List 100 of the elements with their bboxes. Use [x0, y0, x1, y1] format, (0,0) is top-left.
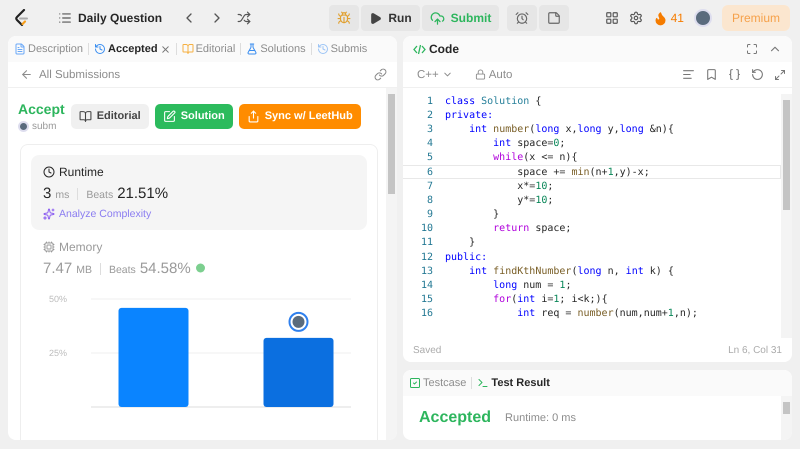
panel-tab[interactable]: Accepted	[92, 43, 173, 55]
beats-value: 21.51%	[117, 185, 168, 202]
result-runtime: Runtime: 0 ms	[505, 412, 576, 424]
language-select[interactable]: C++	[411, 68, 459, 82]
grid-icon[interactable]	[604, 11, 619, 25]
code-line: for(int i=1; i<k;){	[492, 294, 608, 306]
premium-button[interactable]: Premium	[722, 5, 790, 31]
beats-value: 54.58%	[140, 260, 191, 277]
expand-icon[interactable]	[774, 68, 786, 80]
author-name[interactable]: subm	[18, 120, 65, 132]
format-icon[interactable]	[682, 68, 695, 81]
stat-title: Runtime	[43, 165, 355, 179]
alarm-clock-icon	[515, 11, 530, 25]
list-icon[interactable]	[58, 11, 72, 25]
panel-tab[interactable]: Testcase	[407, 377, 468, 389]
braces-icon[interactable]	[728, 68, 741, 81]
scrollbar[interactable]	[781, 94, 792, 338]
cloud-upload-icon	[430, 10, 445, 26]
settings-icon[interactable]	[628, 11, 643, 25]
code-icon	[413, 44, 426, 54]
line-number: 14	[420, 280, 434, 292]
scrollbar[interactable]	[386, 88, 397, 440]
edit-icon	[162, 110, 176, 122]
runtime-panel[interactable]: Runtime 3 ms Beats 21.51% Analyze Complexity	[31, 155, 367, 230]
avatar-marker	[288, 312, 308, 332]
axis-label: 25%	[48, 348, 67, 358]
code-line: x*=10;	[516, 180, 554, 192]
panel-tab[interactable]: Test Result	[475, 377, 552, 389]
note-icon	[547, 11, 562, 25]
code-line: }	[492, 209, 500, 220]
back-link[interactable]: All Submissions	[20, 68, 120, 81]
avatar[interactable]	[694, 9, 712, 27]
history-icon	[94, 43, 106, 55]
stat-value: 7.47	[43, 260, 72, 277]
close-icon[interactable]	[160, 44, 171, 54]
sparkles-icon	[43, 208, 55, 220]
code-line: class Solution {	[445, 96, 542, 107]
line-number: 3	[426, 124, 434, 135]
panel-title: Code	[413, 42, 459, 56]
panel-tab[interactable]: Editorial	[180, 43, 238, 55]
code-line: int req = number(num,num+1,n);	[516, 308, 698, 320]
stat-value: 3	[43, 185, 52, 202]
badge-icon	[194, 262, 206, 273]
chip-icon	[43, 241, 55, 253]
logo-icon[interactable]	[14, 9, 30, 27]
stat-unit: MB	[76, 264, 92, 276]
fullscreen-icon[interactable]	[746, 43, 758, 55]
memory-panel[interactable]: Memory 7.47 MB Beats 54.58%	[31, 230, 367, 287]
flame-icon	[652, 10, 668, 26]
document-icon	[14, 43, 26, 55]
code-line: int space=0;	[492, 138, 566, 150]
book-icon	[182, 43, 194, 55]
book-icon	[78, 110, 92, 122]
action-button[interactable]: Solution	[154, 104, 233, 128]
mode-select[interactable]: Auto	[468, 68, 518, 82]
line-number: 12	[420, 252, 434, 263]
panel-tab[interactable]: Description	[12, 43, 86, 55]
line-number: 6	[426, 166, 434, 178]
alarm-clock-button[interactable]	[507, 5, 538, 31]
code-line: while(x <= n){	[492, 152, 578, 164]
scrollbar[interactable]	[781, 396, 792, 440]
reset-icon[interactable]	[751, 68, 764, 81]
problem-list-title[interactable]: Daily Question	[78, 11, 162, 25]
note-button[interactable]	[539, 5, 570, 31]
code-line: return space;	[492, 223, 572, 234]
submit-button[interactable]: Submit	[422, 5, 500, 31]
flask-icon	[246, 43, 258, 55]
chart-bar	[264, 338, 334, 407]
beats-label: Beats	[108, 264, 136, 276]
line-number: 7	[426, 180, 434, 192]
panel-tab[interactable]: Submis	[314, 43, 370, 55]
analyze-link[interactable]: Analyze Complexity	[43, 208, 355, 220]
bug-icon	[337, 11, 352, 25]
run-button[interactable]: Run	[361, 5, 420, 31]
history-icon	[316, 43, 329, 55]
code-line: space += min(n+1,y)-x;	[516, 166, 650, 178]
line-number: 11	[420, 237, 434, 248]
action-button[interactable]: Sync w/ LeetHub	[238, 104, 361, 128]
code-line: long num = 1;	[492, 280, 572, 292]
line-number: 8	[426, 194, 434, 206]
beats-label: Beats	[86, 189, 114, 201]
code-line: private:	[445, 110, 494, 121]
stat-unit: ms	[55, 189, 70, 201]
link-icon[interactable]	[374, 68, 387, 81]
line-number: 1	[426, 96, 434, 107]
axis-label: 50%	[48, 294, 67, 304]
play-icon	[369, 12, 382, 24]
line-number: 9	[426, 209, 434, 220]
action-button[interactable]: Editorial	[70, 104, 149, 128]
panel-tab[interactable]: Solutions	[244, 43, 308, 55]
code-line: y*=10;	[516, 194, 554, 206]
submission-status: Accept	[18, 100, 65, 116]
code-line: public:	[445, 252, 488, 263]
stat-title: Memory	[43, 240, 355, 254]
line-number: 15	[420, 294, 434, 306]
streak-counter[interactable]: 41	[652, 10, 684, 26]
code-line: }	[468, 237, 476, 248]
clock-icon	[43, 166, 55, 178]
line-number: 5	[426, 152, 434, 164]
bookmark-icon[interactable]	[705, 68, 718, 81]
